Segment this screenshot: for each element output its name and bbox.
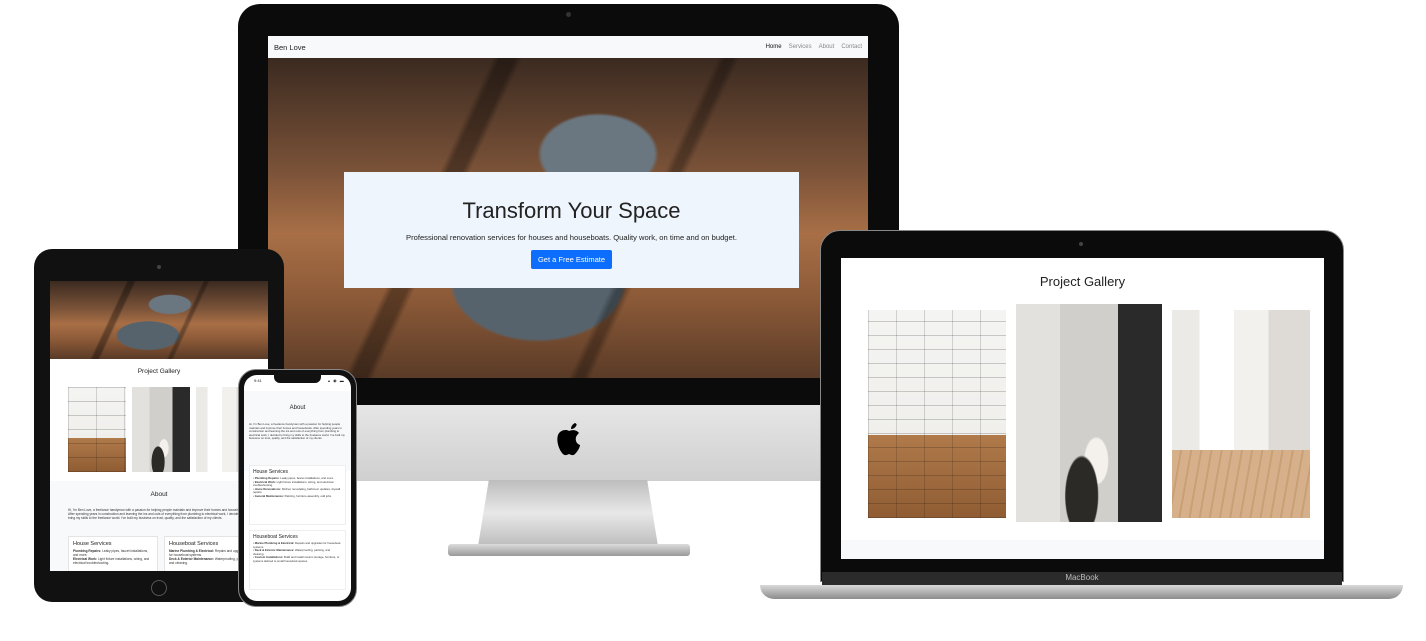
phone-notch — [274, 375, 321, 383]
free-estimate-button[interactable]: Get a Free Estimate — [530, 250, 613, 269]
phone-status-icons: ▴ ◉ ▬ — [328, 378, 345, 383]
imac-stand — [478, 480, 658, 546]
laptop-camera — [1079, 242, 1083, 246]
phone-hs-item-name: General Maintenance: — [254, 493, 284, 498]
tablet-house-services-title: House Services — [73, 541, 112, 547]
phone-houseboat-services-card: Houseboat Services • Marine Plumbing & E… — [249, 530, 346, 590]
gallery-title: Project Gallery — [1039, 274, 1126, 289]
nav-links: Home Services About Contact — [766, 44, 862, 50]
tablet-about-section: About Hi, I'm Ben Love, a freelance hand… — [50, 481, 268, 571]
nav-home[interactable]: Home — [766, 44, 782, 50]
navbar: Ben Love Home Services About Contact — [268, 36, 868, 58]
gallery-photo-kitchen-hall[interactable] — [1172, 310, 1310, 518]
imac-screen: Ben Love Home Services About Contact Tra… — [268, 36, 868, 378]
laptop-label: MacBook — [1065, 573, 1099, 582]
nav-about[interactable]: About — [819, 44, 835, 50]
gallery-photo-kitchen[interactable] — [868, 310, 1006, 518]
tablet-about-body: Hi, I'm Ben Love, a freelance handyman w… — [68, 508, 246, 520]
phone-about-section: About Hi, I'm Ben Love, a freelance hand… — [244, 391, 351, 471]
hero-card: Transform Your Space Professional renova… — [344, 172, 799, 288]
phone-screen: 9:41 ▴ ◉ ▬ About Hi, I'm Ben Love, a fre… — [244, 375, 351, 601]
tablet-gallery-photo-2[interactable] — [132, 387, 190, 472]
laptop-base — [760, 585, 1403, 599]
floor-texture — [1172, 450, 1310, 518]
imac-stand-base — [448, 544, 690, 556]
tablet-gallery-photo-1[interactable] — [68, 387, 126, 472]
phone-house-services-title: House Services — [253, 469, 289, 475]
tablet-gallery-title: Project Gallery — [137, 368, 181, 375]
imac-camera — [566, 12, 571, 17]
nav-contact[interactable]: Contact — [841, 44, 862, 50]
tablet-screen: Project Gallery About Hi, I'm Ben Love, … — [50, 281, 268, 571]
brand-link[interactable]: Ben Love — [274, 43, 306, 52]
nav-services[interactable]: Services — [789, 44, 812, 50]
laptop-screen: Project Gallery — [841, 258, 1324, 559]
hero-title: Transform Your Space — [462, 198, 681, 223]
hero-subtitle: Professional renovation services for hou… — [406, 233, 737, 242]
tablet-hero-image — [50, 281, 268, 359]
tablet-houseboat-services-title: Houseboat Services — [169, 541, 219, 547]
phone-about-body: Hi, I'm Ben Love, a freelance handyman w… — [249, 423, 345, 441]
tablet-home-button[interactable] — [151, 580, 167, 596]
tablet-about-title: About — [150, 491, 168, 498]
phone-clock: 9:41 — [254, 378, 262, 383]
tablet-camera — [157, 265, 161, 269]
section-divider — [841, 540, 1324, 559]
gallery-photo-bathroom[interactable] — [1016, 304, 1162, 522]
phone-houseboat-services-title: Houseboat Services — [253, 534, 298, 540]
phone-hs-item-desc: Painting, furniture assembly, odd jobs. — [284, 493, 332, 498]
phone-about-title: About — [289, 405, 306, 411]
tablet-house-services-card: House Services Plumbing Repairs: Leaky p… — [68, 536, 158, 571]
phone-house-services-card: House Services • Plumbing Repairs: Leaky… — [249, 465, 346, 525]
apple-logo-icon — [552, 420, 586, 460]
